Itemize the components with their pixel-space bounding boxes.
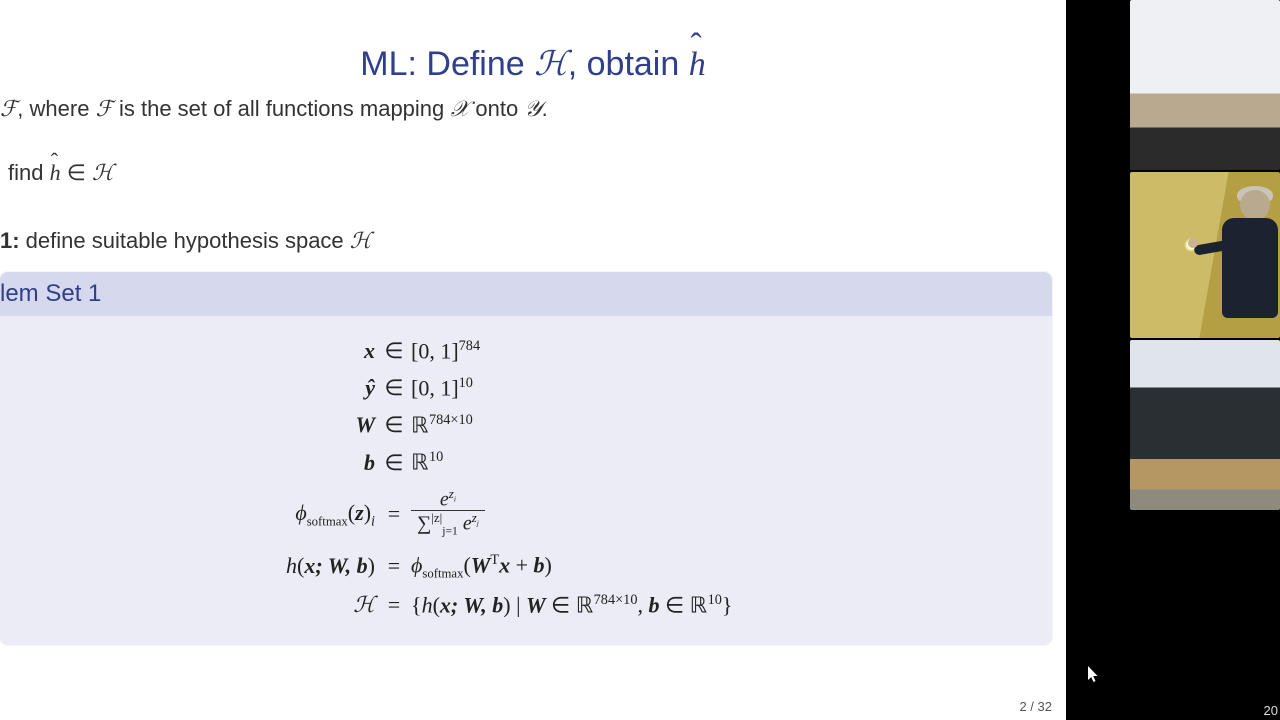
sym-yhat: ŷ [365,375,375,400]
sym-hhat: h [50,160,61,186]
dim: 784×10 [429,412,473,428]
video-thumbnail-1[interactable] [1130,0,1280,170]
sym-W: W [355,412,375,437]
dim: 784 [459,338,480,354]
page-number: 2 / 32 [1019,699,1052,714]
sym-F: ℱ [0,96,17,121]
bar: | [511,592,526,617]
idx-i: i [454,494,456,503]
sym-x: x [364,338,375,363]
example-body: x ∈ [0, 1]784 ŷ ∈ [0, 1]10 W ∈ ℝ784×10 b… [0,316,1052,645]
viewport: ML: Define ℋ, obtain h ℱ, where ℱ is the… [0,0,1280,720]
eq-row-5: ϕsoftmax(z)i = ezi ∑|z|j=1 ezj [30,489,1022,540]
fraction: ezi ∑|z|j=1 ezj [411,487,485,538]
title-symbol-H: ℋ [534,46,568,83]
body-line-3: 1: define suitable hypothesis space ℋ [0,228,372,254]
dim: 784×10 [594,592,638,608]
rel-in: ∈ [381,410,407,441]
text: find [8,160,50,185]
sym-e: e [440,488,449,510]
sum-upper: |z| [431,510,442,525]
body-line-1: ℱ, where ℱ is the set of all functions m… [0,96,548,122]
slide-area: ML: Define ℋ, obtain h ℱ, where ℱ is the… [0,0,1066,720]
in: ∈ [546,592,576,617]
text: define suitable hypothesis space [20,228,350,253]
text: , where [17,96,95,121]
example-box: lem Set 1 x ∈ [0, 1]784 ŷ ∈ [0, 1]10 W ∈… [0,272,1052,645]
rel-eq: = [381,551,407,582]
sym-b: b [648,592,659,617]
sym-phi: ϕ [411,552,422,577]
step-label: 1: [0,228,20,253]
text: is the set of all functions mapping [113,96,451,121]
interval: [0, 1] [411,338,459,363]
sym-x: x [499,552,510,577]
dim: 10 [429,449,443,465]
eq-row-7: ℋ = {h(x; W, b) | W ∈ ℝ784×10, b ∈ ℝ10} [30,590,1022,621]
transpose: T [490,552,499,568]
title-text-2: , obtain [568,45,689,83]
sym-z: z [355,500,364,525]
sym-W: W [471,552,491,577]
sym-Y: 𝒴 [524,96,541,121]
title-text: ML: Define [360,45,534,83]
rel-eq: = [381,590,407,621]
sym-h: h [286,553,297,578]
example-title: lem Set 1 [0,272,1052,316]
video-thumbnail-2[interactable] [1130,172,1280,338]
sym-W: W [526,592,546,617]
text: . [542,96,548,121]
rel-in: ∈ [381,448,407,479]
sym-phi: ϕ [295,500,306,525]
sym-R: ℝ [411,413,429,438]
dim: 10 [459,375,473,391]
sym-H-2: ℋ [350,228,372,253]
sym-h: h [422,592,433,617]
sym-R: ℝ [576,592,594,617]
body-line-2: find h ∈ ℋ [8,160,114,186]
slide-title: ML: Define ℋ, obtain h [0,44,1066,84]
in: ∈ [659,592,689,617]
brace-close: } [722,592,733,617]
video-thumbnail-3[interactable] [1130,340,1280,510]
plus: + [510,552,533,577]
eq-row-1: x ∈ [0, 1]784 [30,336,1022,367]
sym-R: ℝ [411,450,429,475]
timecode: 20 [1264,703,1278,718]
dim: 10 [708,592,722,608]
idx-j: j [477,519,479,528]
eq-row-3: W ∈ ℝ784×10 [30,410,1022,441]
sym-b: b [364,450,375,475]
sym-F-2: ℱ [96,96,113,121]
args: x; W, b [440,592,503,617]
rel-eq: = [381,499,407,530]
sym-sum: ∑ [417,513,431,535]
rel-in: ∈ [381,336,407,367]
eq-row-2: ŷ ∈ [0, 1]10 [30,373,1022,404]
brace-open: { [411,592,422,617]
text: onto [469,96,524,121]
speaker-silhouette [1208,190,1278,330]
comma: , [637,592,648,617]
sym-R: ℝ [690,592,708,617]
idx-i: i [371,513,375,529]
softmax-label: softmax [307,514,348,528]
sym-H: ℋ [353,592,375,617]
text: ∈ [61,160,92,185]
softmax-label: softmax [422,567,463,581]
eq-row-6: h(x; W, b) = ϕsoftmax(WTx + b) [30,550,1022,584]
sym-e: e [463,513,472,535]
title-symbol-hhat: h [689,46,706,84]
video-sidebar [1066,0,1280,720]
eq-row-4: b ∈ ℝ10 [30,447,1022,478]
sym-X: 𝒳 [450,96,469,121]
rel-in: ∈ [381,373,407,404]
sym-b: b [534,552,545,577]
args: x; W, b [304,553,367,578]
sum-lower: j=1 [442,525,458,538]
interval: [0, 1] [411,375,459,400]
sym-H: ℋ [92,160,114,185]
